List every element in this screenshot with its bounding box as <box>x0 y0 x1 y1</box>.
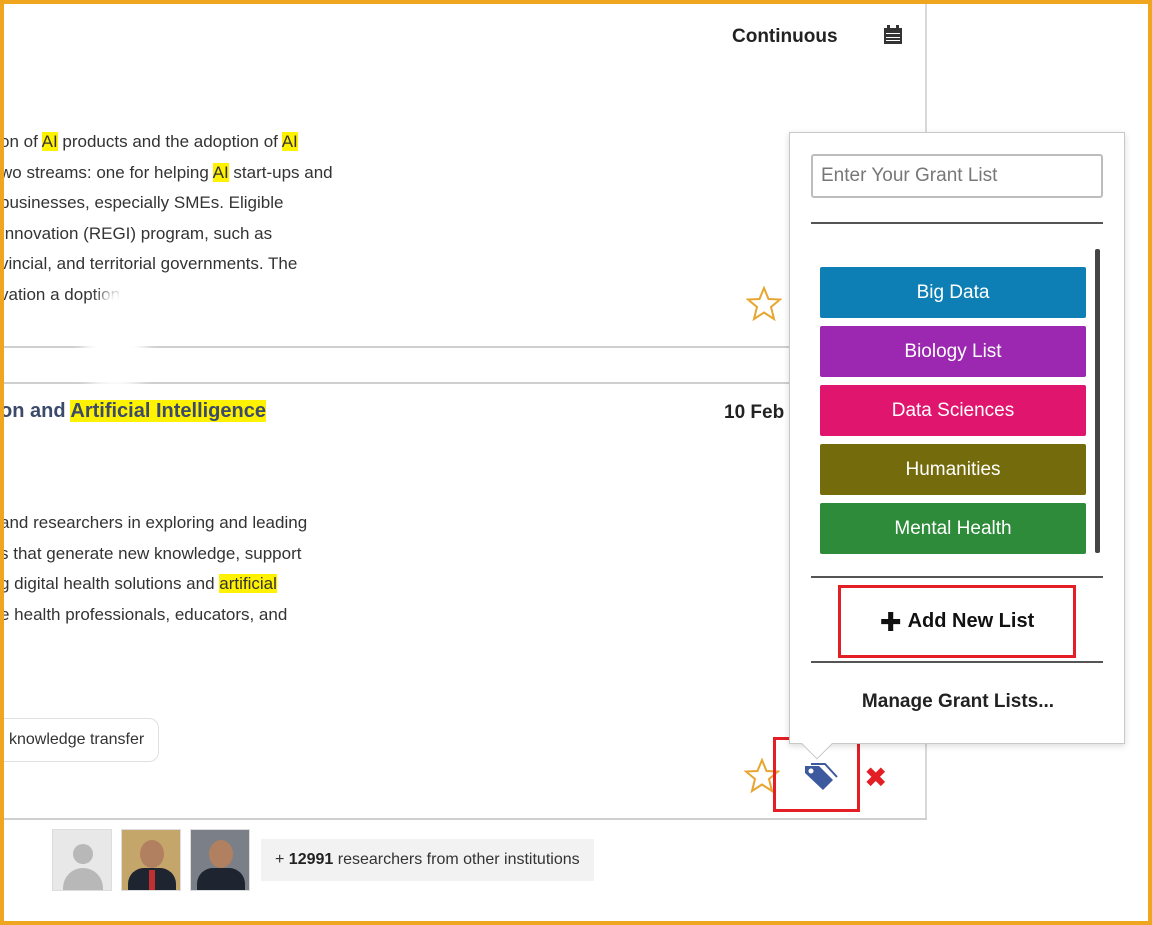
text-run: Innovation (REGI) program, such as <box>0 223 273 243</box>
keyword-highlight: AI <box>212 162 229 182</box>
manage-grant-lists-link[interactable]: Manage Grant Lists... <box>790 691 1126 713</box>
text-run: on and <box>0 400 71 422</box>
abstract-line: s that generate new knowledge, support <box>0 539 307 570</box>
grant-abstract: on of AI products and the adoption of AI… <box>0 127 333 310</box>
keyword-tag[interactable]: knowledge transfer <box>0 718 160 762</box>
researchers-suffix: researchers from other institutions <box>333 851 580 868</box>
keyword-highlight: AI <box>281 132 298 151</box>
text-run: g digital health solutions and <box>0 574 220 593</box>
grant-list-popover: Big Data Biology List Data Sciences Huma… <box>789 132 1125 744</box>
keyword-highlight: AI <box>41 132 58 151</box>
prefix: + <box>275 851 289 868</box>
more-researchers-link[interactable]: + 12991 researchers from other instituti… <box>261 839 594 881</box>
abstract-line: vation a doption. <box>0 280 333 311</box>
text-run: vation a <box>0 284 60 304</box>
star-icon[interactable] <box>746 286 782 322</box>
list-label: Biology List <box>904 340 1002 362</box>
list-label: Humanities <box>905 458 1001 480</box>
grant-list-item[interactable]: Mental Health <box>820 503 1086 554</box>
grant-list-item[interactable]: Big Data <box>820 267 1086 318</box>
remove-icon[interactable]: ✖ <box>864 764 887 792</box>
abstract-line: e health professionals, educators, and <box>0 600 307 631</box>
divider <box>811 576 1103 578</box>
image-artifact <box>80 330 150 390</box>
grant-deadline: 10 Feb <box>724 402 785 423</box>
text-run: wo streams: one for helping <box>0 162 213 182</box>
abstract-line: g digital health solutions and artificia… <box>0 569 307 600</box>
grant-abstract: and researchers in exploring and leading… <box>0 508 307 630</box>
list-label: Data Sciences <box>891 399 1015 421</box>
abstract-line: Innovation (REGI) program, such as <box>0 219 333 250</box>
abstract-line: on of AI products and the adoption of AI <box>0 127 333 158</box>
text-run: vincial, and territorial governments. Th… <box>0 254 298 273</box>
grant-list-items: Big Data Biology List Data Sciences Huma… <box>820 267 1086 562</box>
list-scrollbar[interactable] <box>1095 249 1100 553</box>
abstract-line: and researchers in exploring and leading <box>0 508 307 539</box>
add-new-list-button[interactable]: ✚ Add New List <box>838 585 1076 658</box>
text-run: on of <box>0 132 42 151</box>
card-divider <box>0 382 927 384</box>
grant-title[interactable]: on and Artificial Intelligence <box>0 400 266 423</box>
card-divider <box>0 818 927 820</box>
text-run: s that generate new knowledge, support <box>0 543 302 563</box>
grant-deadline: Continuous <box>732 26 838 47</box>
keyword-highlight: artificial <box>219 574 277 593</box>
grant-list-input[interactable] <box>811 154 1103 198</box>
grant-list-item[interactable]: Biology List <box>820 326 1086 377</box>
text-run: and researchers in exploring and leading <box>0 513 308 532</box>
image-artifact <box>100 285 150 319</box>
calendar-icon <box>884 25 902 44</box>
tag-icon[interactable] <box>801 760 839 794</box>
avatar[interactable] <box>121 829 181 891</box>
list-label: Big Data <box>916 281 990 303</box>
grant-list-item[interactable]: Humanities <box>820 444 1086 495</box>
text-run: businesses, especially SMEs. Eligible <box>0 193 284 212</box>
researchers-row: + 12991 researchers from other instituti… <box>52 828 594 892</box>
text-run: start-ups and <box>228 162 333 182</box>
avatar[interactable] <box>190 829 250 891</box>
divider <box>811 222 1103 224</box>
text-run: products and the adoption of <box>57 132 282 151</box>
text-run: e health professionals, educators, and <box>0 604 288 624</box>
divider <box>811 661 1103 663</box>
grant-list-item[interactable]: Data Sciences <box>820 385 1086 436</box>
grant-title-text[interactable]: on and Artificial Intelligence <box>0 400 266 422</box>
abstract-line: wo streams: one for helping AI start-ups… <box>0 158 333 189</box>
list-label: Mental Health <box>894 517 1012 539</box>
keyword-highlight: Artificial Intelligence <box>70 400 266 422</box>
abstract-line: businesses, especially SMEs. Eligible <box>0 188 333 219</box>
abstract-line: vincial, and territorial governments. Th… <box>0 249 333 280</box>
add-new-list-label: Add New List <box>907 610 1035 632</box>
researcher-count: 12991 <box>288 851 334 868</box>
avatar[interactable] <box>52 829 112 891</box>
plus-icon: ✚ <box>879 606 902 637</box>
